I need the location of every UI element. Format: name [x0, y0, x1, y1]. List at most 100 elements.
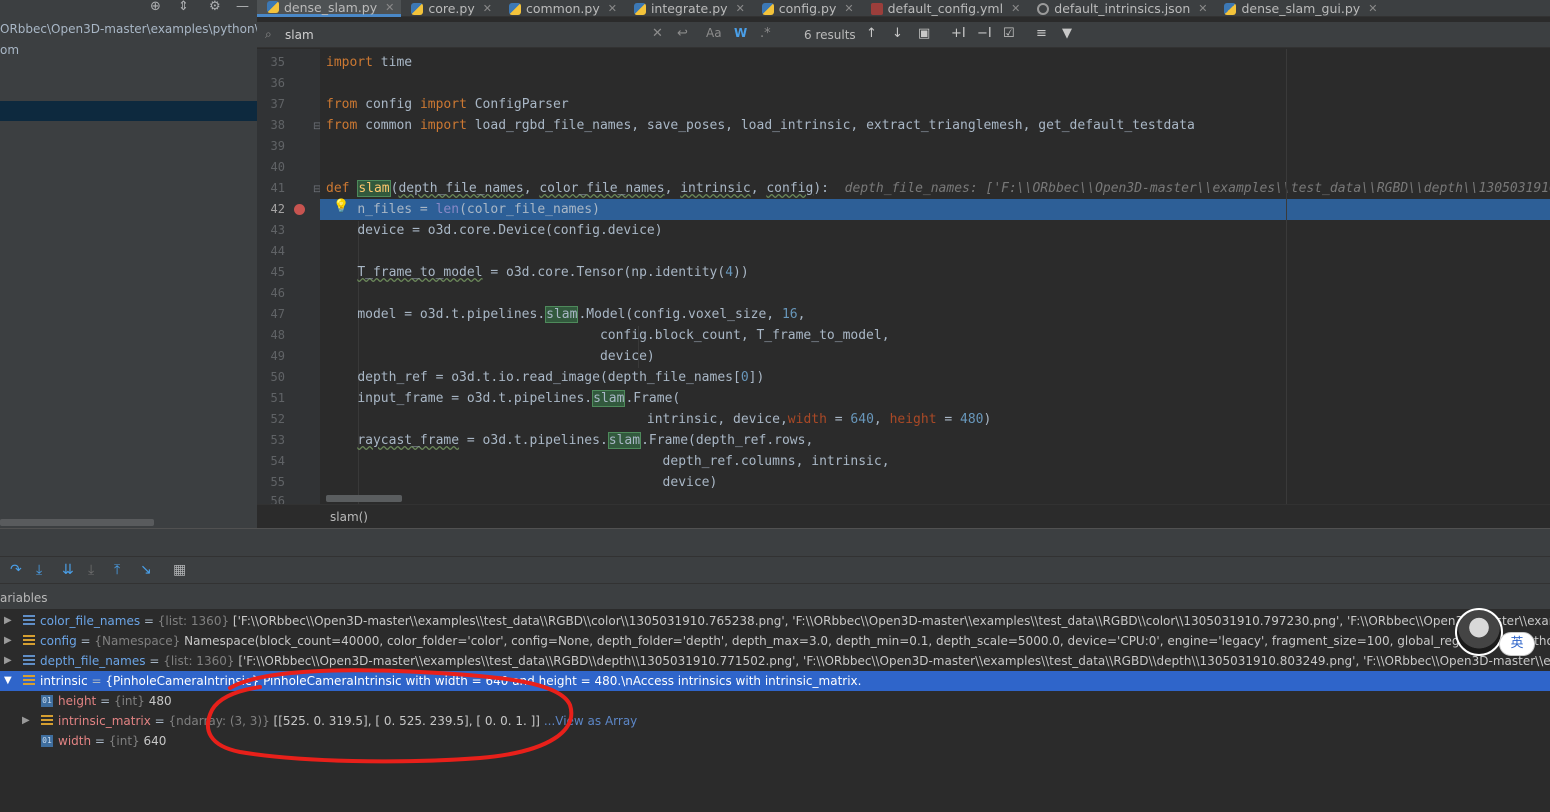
keyword: from — [326, 97, 358, 112]
variable-name: depth_file_names — [40, 654, 146, 668]
tab-config[interactable]: config.py ✕ — [752, 0, 861, 17]
code-line[interactable]: model = o3d.t.pipelines.slam.Model(confi… — [320, 304, 1550, 325]
variable-type: {PinholeCameraIntrinsic} — [105, 674, 260, 688]
next-occurrence-icon[interactable]: ↓ — [892, 26, 903, 41]
variable-value: [[525. 0. 319.5], [ 0. 525. 239.5], [ 0.… — [273, 714, 540, 728]
view-as-array-link[interactable]: ...View as Array — [544, 714, 637, 728]
expand-icon[interactable]: ▶ — [22, 711, 30, 731]
close-icon[interactable]: ✕ — [483, 2, 492, 15]
clear-search-icon[interactable]: ✕ — [652, 26, 663, 41]
avatar[interactable] — [1455, 608, 1503, 656]
object-icon — [23, 675, 35, 687]
tab-default-intrinsics[interactable]: default_intrinsics.json ✕ — [1027, 0, 1214, 17]
whole-words-icon[interactable]: W — [734, 26, 747, 40]
json-file-icon — [1037, 2, 1050, 15]
force-step-into-icon[interactable]: ⤓ — [88, 562, 94, 578]
function-name-match: slam — [357, 180, 391, 197]
tab-core[interactable]: core.py ✕ — [401, 0, 499, 17]
code-line[interactable]: def slam(depth_file_names, color_file_na… — [320, 178, 1550, 199]
close-icon[interactable]: ✕ — [1198, 2, 1207, 15]
variables-tree[interactable]: ▶ color_file_names = {list: 1360} ['F:\\… — [0, 609, 1550, 812]
select-all-occurrences-icon[interactable]: ☑ — [1003, 26, 1015, 41]
variable-row[interactable]: ▶ depth_file_names = {list: 1360} ['F:\\… — [0, 651, 1550, 671]
editor-scrollbar[interactable] — [326, 495, 402, 502]
tab-default-config[interactable]: default_config.yml ✕ — [861, 0, 1028, 17]
code-line[interactable]: raycast_frame = o3d.t.pipelines.slam.Fra… — [320, 430, 1550, 451]
collapse-icon[interactable]: ▼ — [4, 671, 12, 691]
code-editor[interactable]: import time from config import ConfigPar… — [320, 49, 1550, 504]
variable-type: {list: 1360} — [157, 614, 230, 628]
code-line[interactable]: from config import ConfigParser — [320, 94, 1550, 115]
code-line[interactable]: input_frame = o3d.t.pipelines.slam.Frame… — [320, 388, 1550, 409]
code-text: ConfigParser — [466, 97, 569, 112]
match-case-icon[interactable]: Aa — [706, 26, 722, 40]
code-line[interactable]: T_frame_to_model = o3d.core.Tensor(np.id… — [320, 262, 1550, 283]
code-text: , — [523, 181, 540, 196]
breakpoint-icon[interactable] — [294, 204, 305, 215]
search-history-icon[interactable]: ↩ — [677, 26, 688, 41]
code-line[interactable]: depth_ref.columns, intrinsic, — [320, 451, 1550, 472]
variable-row[interactable]: 01 height = {int} 480 — [0, 691, 1550, 711]
project-path[interactable]: ORbbec\Open3D-master\examples\python\t_r — [0, 22, 257, 36]
variables-header: ariables — [0, 583, 1550, 609]
line-number: 38 — [270, 118, 285, 132]
variable-row[interactable]: ▶ config = {Namespace} Namespace(block_c… — [0, 631, 1550, 651]
tab-integrate[interactable]: integrate.py ✕ — [624, 0, 752, 17]
code-line[interactable]: depth_ref = o3d.t.io.read_image(depth_fi… — [320, 367, 1550, 388]
collapse-icon[interactable]: ⇕ — [178, 0, 189, 14]
search-options-icon[interactable]: ≡ — [1036, 26, 1047, 41]
expand-icon[interactable]: ▶ — [4, 611, 12, 631]
code-line[interactable]: device = o3d.core.Device(config.device) — [320, 220, 1550, 241]
number: 4 — [725, 265, 734, 280]
variable-row[interactable]: ▶ intrinsic_matrix = {ndarray: (3, 3)} [… — [0, 711, 1550, 731]
remove-occurrence-icon[interactable]: −I — [977, 26, 992, 41]
variable-row-selected[interactable]: ▼ intrinsic = {PinholeCameraIntrinsic} P… — [0, 671, 1550, 691]
add-occurrence-icon[interactable]: +I — [951, 26, 966, 41]
search-input[interactable] — [285, 25, 645, 45]
minimize-icon[interactable]: — — [236, 0, 249, 14]
search-icon[interactable]: ⌕ — [265, 27, 272, 42]
variable-type: {ndarray: (3, 3)} — [168, 714, 270, 728]
project-path-continued[interactable]: om — [0, 43, 19, 57]
close-icon[interactable]: ✕ — [385, 1, 394, 14]
tab-dense-slam[interactable]: dense_slam.py ✕ — [257, 0, 402, 17]
project-scrollbar[interactable] — [0, 519, 154, 526]
right-margin-guide — [1286, 49, 1287, 504]
close-icon[interactable]: ✕ — [736, 2, 745, 15]
close-icon[interactable]: ✕ — [1368, 2, 1377, 15]
evaluate-expression-icon[interactable]: ▦ — [173, 562, 186, 578]
lightbulb-icon[interactable]: 💡 — [333, 199, 349, 214]
close-icon[interactable]: ✕ — [608, 2, 617, 15]
current-execution-line[interactable]: n_files = len(color_file_names) — [320, 199, 1550, 220]
tab-dense-slam-gui[interactable]: dense_slam_gui.py ✕ — [1214, 0, 1384, 17]
show-execution-point-icon[interactable]: ↷ — [10, 562, 22, 578]
expand-icon[interactable]: ▶ — [4, 631, 12, 651]
variable-row[interactable]: 01 width = {int} 640 — [0, 731, 1550, 751]
line-number: 50 — [270, 370, 285, 384]
code-line[interactable]: import time — [320, 52, 1550, 73]
breadcrumb-function[interactable]: slam() — [330, 510, 368, 524]
previous-occurrence-icon[interactable]: ↑ — [866, 26, 877, 41]
code-line[interactable]: from common import load_rgbd_file_names,… — [320, 115, 1550, 136]
expand-icon[interactable]: ▶ — [4, 651, 12, 671]
tab-common[interactable]: common.py ✕ — [499, 0, 624, 17]
step-into-icon[interactable]: ⇊ — [62, 562, 74, 578]
show-in-find-window-icon[interactable]: ▣ — [918, 26, 930, 41]
gear-icon[interactable]: ⚙ — [209, 0, 221, 14]
code-line[interactable]: device) — [320, 346, 1550, 367]
int-icon: 01 — [41, 735, 53, 747]
step-out-icon[interactable]: ⤒ — [114, 562, 120, 578]
variable-row[interactable]: ▶ color_file_names = {list: 1360} ['F:\\… — [0, 611, 1550, 631]
run-to-cursor-icon[interactable]: ↘ — [140, 562, 152, 578]
crosshair-icon[interactable]: ⊕ — [150, 0, 161, 14]
close-icon[interactable]: ✕ — [844, 2, 853, 15]
step-over-icon[interactable]: ⤓ — [36, 562, 42, 578]
code-line[interactable]: config.block_count, T_frame_to_model, — [320, 325, 1550, 346]
project-selected-row[interactable] — [0, 101, 257, 121]
close-icon[interactable]: ✕ — [1011, 2, 1020, 15]
filter-icon[interactable]: ▼ — [1062, 26, 1072, 41]
ime-indicator[interactable]: 英 — [1499, 632, 1535, 656]
regex-icon[interactable]: .* — [760, 26, 771, 41]
code-line[interactable]: intrinsic, device,width = 640, height = … — [320, 409, 1550, 430]
code-line[interactable]: device) — [320, 472, 1550, 493]
